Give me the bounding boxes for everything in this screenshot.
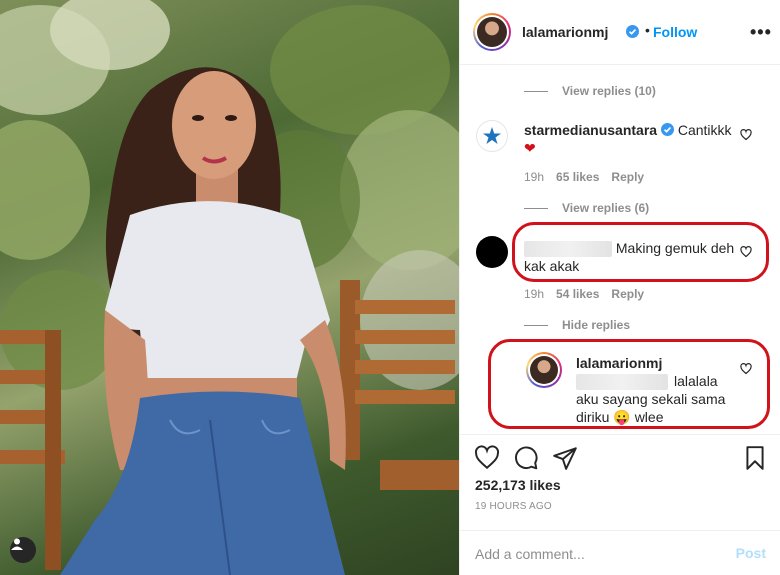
- comment-text-end: wlee: [634, 409, 664, 426]
- verified-icon: [660, 123, 674, 136]
- comment-likes[interactable]: 54 likes: [556, 287, 599, 301]
- comment-1-meta: 19h 65 likes Reply: [524, 170, 656, 184]
- blurred-username: [524, 241, 612, 258]
- comment-time: 19h: [524, 170, 545, 184]
- comment-time: 19h: [524, 287, 545, 301]
- hide-replies-label: Hide replies: [562, 318, 631, 332]
- tongue-emoji: 😛: [613, 409, 631, 426]
- heart-icon[interactable]: [474, 445, 500, 471]
- separator-dot: •: [645, 22, 650, 38]
- heart-icon[interactable]: [740, 246, 752, 258]
- share-icon[interactable]: [552, 445, 578, 471]
- reply-line: [524, 91, 548, 93]
- avatar-image: [477, 17, 507, 47]
- comment-3: lalamarionmj lalalala aku sayang sekali …: [576, 354, 736, 426]
- photo-illustration: [0, 0, 459, 575]
- reply-button[interactable]: Reply: [611, 170, 644, 184]
- comment-icon[interactable]: [513, 445, 539, 471]
- view-replies-button[interactable]: View replies (6): [524, 201, 649, 215]
- post-comment-button[interactable]: Post: [736, 545, 766, 561]
- view-replies-label: View replies (10): [562, 84, 656, 98]
- user-tag-icon: [11, 538, 23, 550]
- bookmark-icon[interactable]: [742, 445, 768, 471]
- reply-line: [524, 325, 548, 327]
- comment-likes[interactable]: 65 likes: [556, 170, 599, 184]
- post-panel: lalamarionmj • Follow ••• View replies (…: [459, 0, 780, 575]
- blurred-mention: [576, 374, 668, 391]
- comment-avatar-starmedia[interactable]: [476, 120, 508, 152]
- comment-input[interactable]: [475, 543, 715, 565]
- header-username[interactable]: lalamarionmj: [522, 24, 608, 40]
- star-media-logo: [483, 127, 501, 144]
- likes-count[interactable]: 252,173 likes: [475, 477, 561, 493]
- comment-2-meta: 19h 54 likes Reply: [524, 287, 656, 301]
- user-tag-button[interactable]: [10, 537, 36, 563]
- comment-2: Making gemuk deh kak akak: [524, 239, 744, 275]
- view-replies-label: View replies (6): [562, 201, 650, 215]
- heart-icon[interactable]: [740, 129, 752, 141]
- hide-replies-button[interactable]: Hide replies: [524, 318, 630, 332]
- profile-avatar[interactable]: [473, 13, 511, 51]
- post-time: 19 HOURS AGO: [475, 501, 552, 512]
- post-actions: 252,173 likes 19 HOURS AGO Post: [460, 434, 780, 575]
- reply-line: [524, 208, 548, 210]
- heart-icon[interactable]: [740, 363, 752, 375]
- heart-emoji: ❤: [524, 140, 536, 156]
- verified-icon: [626, 25, 639, 38]
- add-comment-bar: Post: [460, 530, 780, 575]
- reply-avatar[interactable]: [526, 352, 562, 388]
- comment-text: Cantikkk: [677, 122, 732, 138]
- comment-avatar[interactable]: [476, 236, 508, 268]
- follow-button[interactable]: Follow: [653, 24, 697, 40]
- post-photo[interactable]: [0, 0, 459, 575]
- comment-username[interactable]: lalamarionmj: [576, 355, 662, 371]
- comment-1: starmedianusantara Cantikkk ❤: [524, 121, 746, 157]
- post-header: lalamarionmj • Follow •••: [460, 0, 780, 65]
- reply-button[interactable]: Reply: [611, 287, 644, 301]
- comment-username[interactable]: starmedianusantara: [524, 122, 657, 138]
- more-options-icon[interactable]: •••: [750, 22, 772, 43]
- view-replies-button[interactable]: View replies (10): [524, 84, 656, 98]
